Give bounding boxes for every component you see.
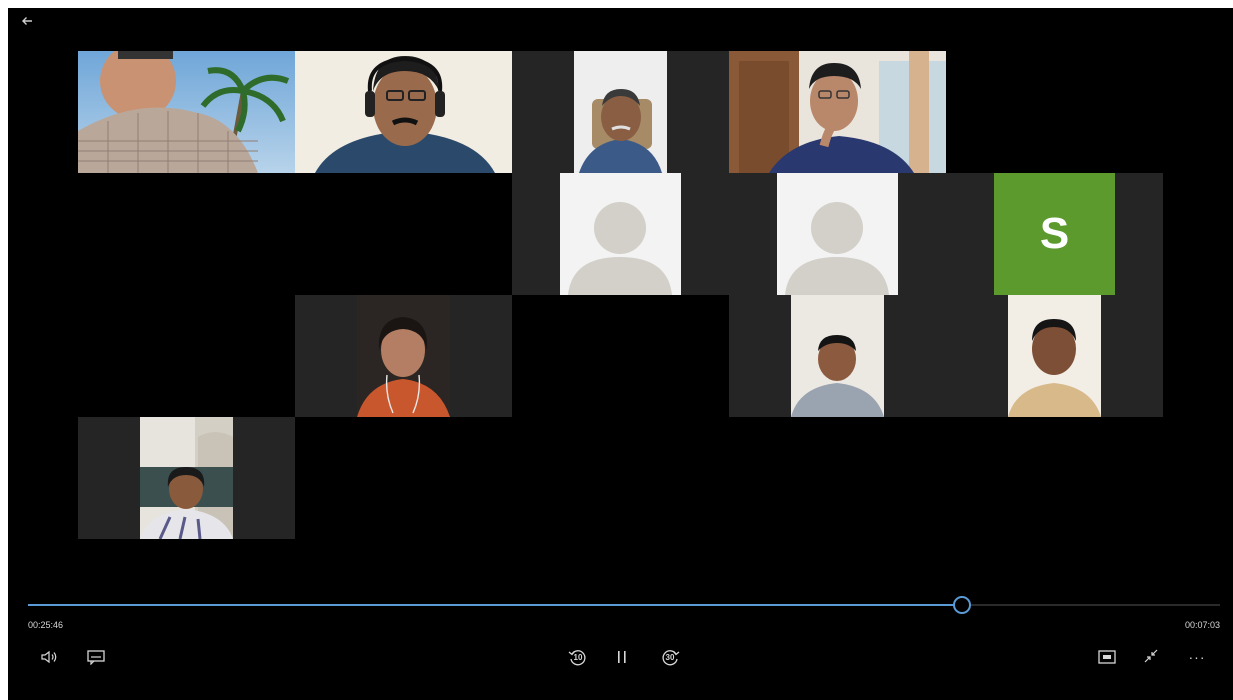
pause-icon[interactable] — [611, 646, 633, 668]
more-icon[interactable]: ··· — [1185, 646, 1209, 668]
default-avatar-icon — [560, 173, 681, 295]
participant-tile — [512, 173, 729, 295]
elapsed-time: 00:25:46 — [28, 620, 64, 630]
participant-tile — [946, 295, 1163, 417]
seek-progress — [28, 604, 962, 606]
participant-tile — [295, 51, 512, 173]
participant-tile — [78, 417, 295, 539]
seek-thumb[interactable] — [953, 596, 972, 614]
rewind-label: 10 — [573, 653, 583, 662]
participant-tile — [295, 295, 512, 417]
participant-video — [1008, 295, 1101, 417]
default-avatar-icon — [777, 173, 898, 295]
volume-icon[interactable] — [38, 646, 62, 668]
forward-label: 30 — [665, 653, 675, 662]
participant-tile — [729, 173, 946, 295]
participant-video — [357, 295, 450, 417]
subtitles-icon[interactable] — [84, 646, 108, 668]
participant-video — [140, 417, 233, 539]
participant-video — [574, 51, 667, 173]
remaining-time: 00:07:03 — [1184, 620, 1220, 630]
seek-bar[interactable] — [28, 596, 1220, 614]
participant-video — [295, 51, 512, 173]
participant-initial: S — [994, 173, 1115, 295]
participant-tile: S — [946, 173, 1163, 295]
participant-tile — [512, 51, 729, 173]
rewind-10-icon[interactable]: 10 — [565, 644, 591, 670]
participant-video — [729, 51, 946, 173]
back-arrow-icon[interactable] — [20, 14, 38, 32]
video-player[interactable]: S 00:25:46 00:07:03 10 30 ··· — [8, 8, 1233, 700]
mini-view-icon[interactable] — [1095, 646, 1119, 668]
participant-video — [791, 295, 884, 417]
participant-tile — [729, 295, 946, 417]
exit-fullscreen-icon[interactable] — [1139, 644, 1163, 668]
participant-tile — [729, 51, 946, 173]
participant-video — [78, 51, 295, 173]
forward-30-icon[interactable]: 30 — [657, 644, 683, 670]
participant-tile — [78, 51, 295, 173]
